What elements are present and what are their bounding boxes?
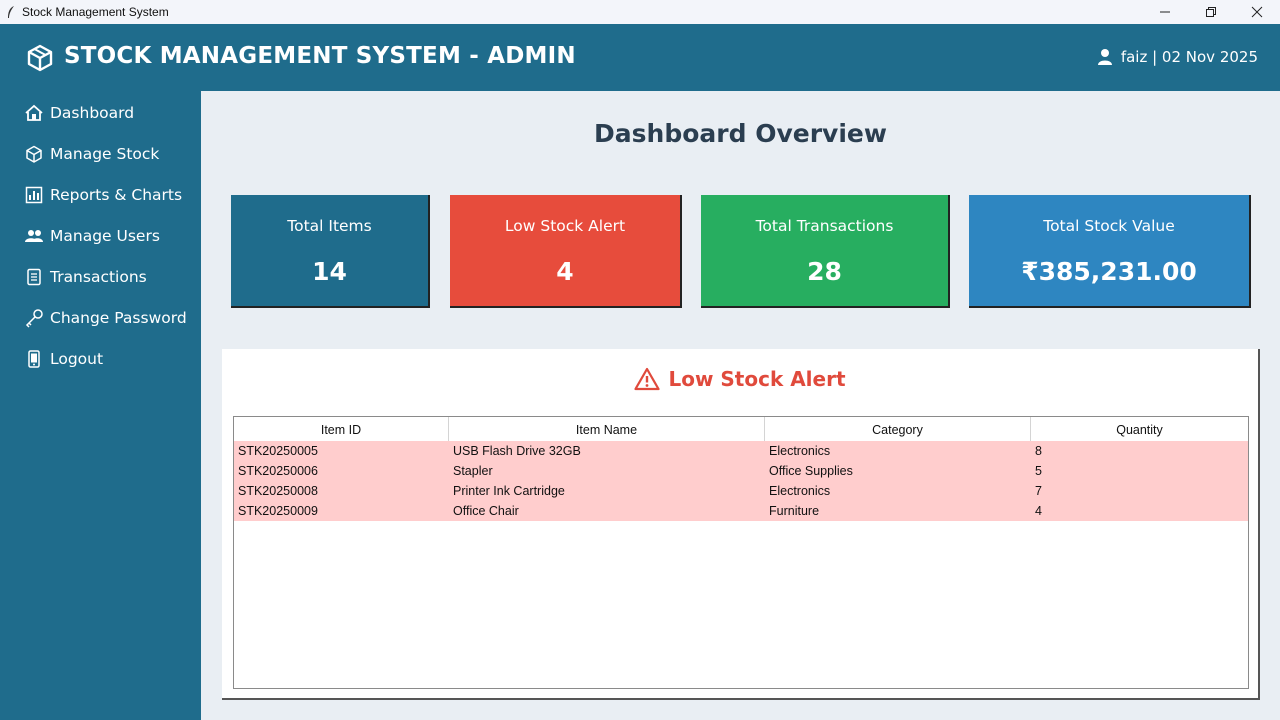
window-title: Stock Management System bbox=[22, 5, 169, 19]
sidebar-item-manage-users[interactable]: Manage Users bbox=[24, 222, 194, 250]
card-label: Low Stock Alert bbox=[504, 217, 626, 235]
table-row[interactable]: STK20250008 Printer Ink Cartridge Electr… bbox=[234, 481, 1248, 501]
close-icon bbox=[1251, 6, 1263, 18]
cell-quantity: 8 bbox=[1035, 444, 1042, 458]
column-header-category[interactable]: Category bbox=[765, 417, 1031, 442]
column-header-quantity[interactable]: Quantity bbox=[1031, 417, 1248, 442]
sidebar-item-dashboard[interactable]: Dashboard bbox=[24, 99, 194, 127]
sidebar-item-label: Change Password bbox=[50, 309, 187, 327]
sidebar-item-transactions[interactable]: Transactions bbox=[24, 263, 194, 291]
app-title: STOCK MANAGEMENT SYSTEM - ADMIN bbox=[64, 43, 576, 69]
sidebar-item-label: Manage Stock bbox=[50, 145, 160, 163]
cell-category: Electronics bbox=[769, 484, 831, 498]
table-header: Item ID Item Name Category Quantity bbox=[234, 417, 1248, 442]
restore-icon bbox=[1206, 7, 1216, 17]
table-row[interactable]: STK20250005 USB Flash Drive 32GB Electro… bbox=[234, 441, 1248, 461]
cell-quantity: 7 bbox=[1035, 484, 1042, 498]
sidebar-item-label: Manage Users bbox=[50, 227, 160, 245]
user-date-text: faiz | 02 Nov 2025 bbox=[1120, 48, 1258, 66]
sidebar-item-label: Logout bbox=[50, 350, 104, 368]
card-label: Total Items bbox=[287, 217, 372, 235]
card-total-stock-value: Total Stock Value ₹385,231.00 bbox=[969, 195, 1251, 308]
card-label: Total Stock Value bbox=[1043, 217, 1175, 235]
bar-chart-icon bbox=[24, 185, 44, 205]
restore-button[interactable] bbox=[1188, 0, 1234, 24]
sidebar: Dashboard Manage Stock Reports & Charts … bbox=[0, 91, 201, 720]
column-header-item-name[interactable]: Item Name bbox=[449, 417, 765, 442]
sidebar-item-label: Transactions bbox=[50, 268, 147, 286]
cell-item-name: Printer Ink Cartridge bbox=[453, 484, 565, 498]
cell-category: Furniture bbox=[769, 504, 820, 518]
cell-item-id: STK20250008 bbox=[238, 484, 318, 498]
card-label: Total Transactions bbox=[755, 217, 894, 235]
cell-item-name: Office Chair bbox=[453, 504, 519, 518]
cell-item-id: STK20250009 bbox=[238, 504, 318, 518]
minimize-icon bbox=[1160, 11, 1170, 13]
user-info: faiz | 02 Nov 2025 bbox=[1097, 48, 1258, 66]
main-content: Dashboard Overview Total Items 14 Low St… bbox=[201, 91, 1280, 720]
card-value: ₹385,231.00 bbox=[1021, 257, 1197, 286]
sidebar-item-label: Dashboard bbox=[50, 104, 135, 122]
key-icon bbox=[24, 308, 44, 328]
cell-item-name: Stapler bbox=[453, 464, 493, 478]
window-titlebar: Stock Management System bbox=[0, 0, 1280, 24]
card-low-stock-alert: Low Stock Alert 4 bbox=[450, 195, 682, 308]
warning-icon bbox=[634, 367, 661, 391]
users-icon bbox=[24, 226, 44, 246]
cell-category: Office Supplies bbox=[769, 464, 853, 478]
column-header-item-id[interactable]: Item ID bbox=[234, 417, 449, 442]
feather-icon bbox=[4, 4, 18, 20]
cell-item-id: STK20250006 bbox=[238, 464, 318, 478]
card-value: 4 bbox=[556, 257, 574, 286]
cell-quantity: 4 bbox=[1035, 504, 1042, 518]
sidebar-item-change-password[interactable]: Change Password bbox=[24, 304, 194, 332]
cell-quantity: 5 bbox=[1035, 464, 1042, 478]
card-value: 28 bbox=[807, 257, 842, 286]
cube-icon bbox=[27, 44, 53, 72]
receipt-icon bbox=[24, 267, 44, 287]
table-body: STK20250005 USB Flash Drive 32GB Electro… bbox=[234, 441, 1248, 521]
minimize-button[interactable] bbox=[1142, 0, 1188, 24]
low-stock-alert-panel: Low Stock Alert Item ID Item Name Catego… bbox=[222, 349, 1260, 700]
low-stock-table[interactable]: Item ID Item Name Category Quantity STK2… bbox=[233, 416, 1249, 689]
house-icon bbox=[24, 103, 44, 123]
card-value: 14 bbox=[312, 257, 347, 286]
sidebar-item-reports-charts[interactable]: Reports & Charts bbox=[24, 181, 194, 209]
phone-icon bbox=[24, 349, 44, 369]
cell-item-id: STK20250005 bbox=[238, 444, 318, 458]
page-title: Dashboard Overview bbox=[594, 119, 887, 148]
app-header: STOCK MANAGEMENT SYSTEM - ADMIN faiz | 0… bbox=[0, 24, 1280, 91]
user-icon bbox=[1097, 48, 1113, 66]
alert-title-text: Low Stock Alert bbox=[668, 367, 846, 391]
cell-item-name: USB Flash Drive 32GB bbox=[453, 444, 581, 458]
alert-heading: Low Stock Alert bbox=[222, 367, 1258, 391]
cube-icon bbox=[24, 144, 44, 164]
table-row[interactable]: STK20250006 Stapler Office Supplies 5 bbox=[234, 461, 1248, 481]
close-button[interactable] bbox=[1234, 0, 1280, 24]
cell-category: Electronics bbox=[769, 444, 831, 458]
sidebar-item-manage-stock[interactable]: Manage Stock bbox=[24, 140, 194, 168]
table-row[interactable]: STK20250009 Office Chair Furniture 4 bbox=[234, 501, 1248, 521]
sidebar-item-label: Reports & Charts bbox=[50, 186, 183, 204]
card-total-transactions: Total Transactions 28 bbox=[701, 195, 950, 308]
card-total-items: Total Items 14 bbox=[231, 195, 430, 308]
sidebar-item-logout[interactable]: Logout bbox=[24, 345, 194, 373]
